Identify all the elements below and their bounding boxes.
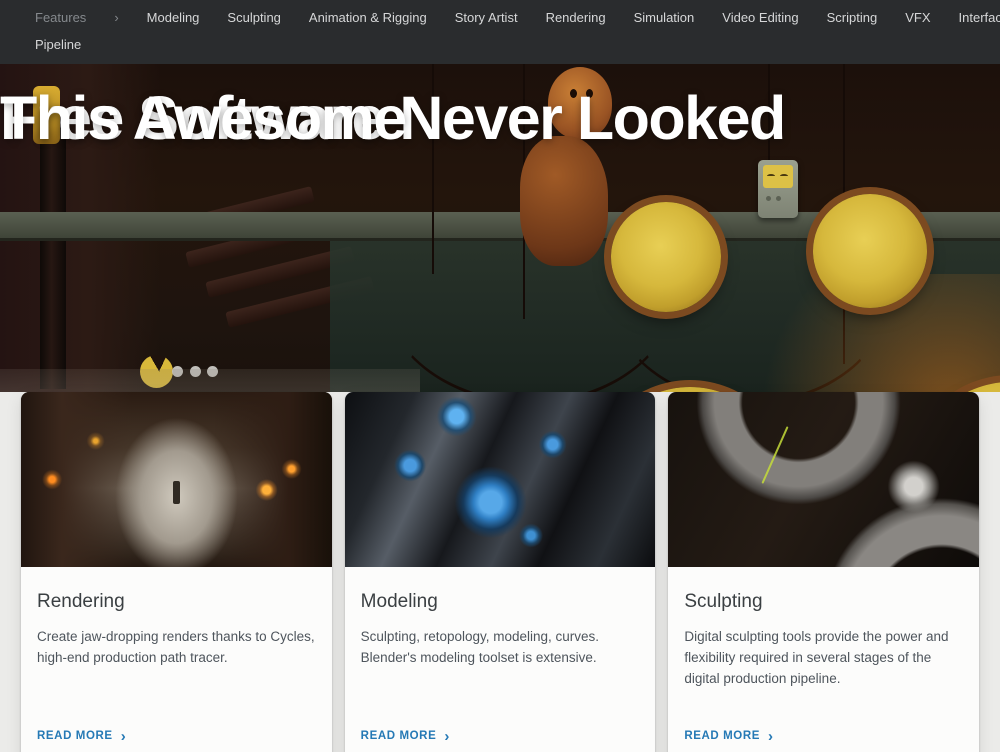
card-rendering: Rendering Create jaw-dropping renders th… xyxy=(21,392,332,752)
modeling-card-title: Modeling xyxy=(360,591,438,612)
nav-item-interface[interactable]: Interface xyxy=(959,10,1000,25)
card-sculpting: Sculpting Digital sculpting tools provid… xyxy=(668,392,980,752)
nav-item-rendering[interactable]: Rendering xyxy=(546,10,606,25)
modeling-card-body: Modeling Sculpting, retopology, modeling… xyxy=(345,567,656,752)
read-more-label: READ MORE xyxy=(37,730,113,742)
rendering-image-figure xyxy=(173,481,181,505)
nav-item-vfx[interactable]: VFX xyxy=(905,10,930,25)
breadcrumb-features[interactable]: Features xyxy=(35,10,86,25)
top-nav: Features › Modeling Sculpting Animation & … xyxy=(0,0,1000,64)
nav-row-1: Features › Modeling Sculpting Animation & … xyxy=(35,4,1000,31)
hero-art-gadget-button xyxy=(776,196,781,201)
hero-art-gadget-eye xyxy=(767,174,775,178)
modeling-card-image xyxy=(344,392,656,567)
rendering-card-title: Rendering xyxy=(37,591,125,612)
rendering-card-description: Create jaw-dropping renders thanks to Cy… xyxy=(37,629,315,665)
hero-art-robot-body xyxy=(520,136,608,266)
nav-item-story-artist[interactable]: Story Artist xyxy=(455,10,518,25)
nav-item-simulation[interactable]: Simulation xyxy=(634,10,695,25)
nav-row-2: Pipeline xyxy=(35,31,965,58)
card-modeling: Modeling Sculpting, retopology, modeling… xyxy=(344,392,656,752)
hero-art-yellow-disc xyxy=(611,202,721,312)
nav-item-sculpting[interactable]: Sculpting xyxy=(227,10,280,25)
nav-item-modeling[interactable]: Modeling xyxy=(147,10,200,25)
read-more-label: READ MORE xyxy=(360,730,437,742)
hero-art-yellow-disc xyxy=(813,194,927,308)
hero-art-gadget-screen xyxy=(763,165,793,188)
features-section: Rendering Create jaw-dropping renders th… xyxy=(0,392,1000,752)
hero-title-line2: This Awesome xyxy=(0,84,407,152)
nav-item-video-editing[interactable]: Video Editing xyxy=(722,10,798,25)
sculpting-image-streak xyxy=(761,425,789,484)
modeling-read-more-link[interactable]: READ MORE › xyxy=(360,727,640,745)
sculpting-read-more-link[interactable]: READ MORE › xyxy=(684,727,963,745)
read-more-label: READ MORE xyxy=(684,730,761,742)
modeling-card-description: Sculpting, retopology, modeling, curves.… xyxy=(360,629,600,665)
chevron-right-icon: › xyxy=(120,727,127,745)
rendering-card-image xyxy=(21,392,332,567)
nav-item-pipeline[interactable]: Pipeline xyxy=(35,37,81,52)
hero-art-pillar xyxy=(40,119,66,389)
hero-banner: Free Software Never Looked This Awesome xyxy=(0,64,1000,435)
sculpting-card-title: Sculpting xyxy=(684,591,763,612)
hero-art-gadget-eye xyxy=(780,174,788,178)
sculpting-card-image xyxy=(668,392,980,567)
hero-art-gadget xyxy=(758,160,798,218)
nav-item-animation-rigging[interactable]: Animation & Rigging xyxy=(309,10,427,25)
cards-row: Rendering Create jaw-dropping renders th… xyxy=(0,392,1000,752)
chevron-right-icon: › xyxy=(768,727,774,745)
hero-art-gadget-button xyxy=(766,196,771,201)
rendering-card-body: Rendering Create jaw-dropping renders th… xyxy=(21,567,332,752)
chevron-right-icon: › xyxy=(114,10,119,25)
sculpting-card-body: Sculpting Digital sculpting tools provid… xyxy=(668,567,979,752)
nav-item-scripting[interactable]: Scripting xyxy=(827,10,878,25)
chevron-right-icon: › xyxy=(444,727,450,745)
sculpting-card-description: Digital sculpting tools provide the powe… xyxy=(684,629,949,686)
rendering-read-more-link[interactable]: READ MORE › xyxy=(37,727,316,745)
hero-title: Free Software Never Looked This Awesome xyxy=(0,64,1000,149)
